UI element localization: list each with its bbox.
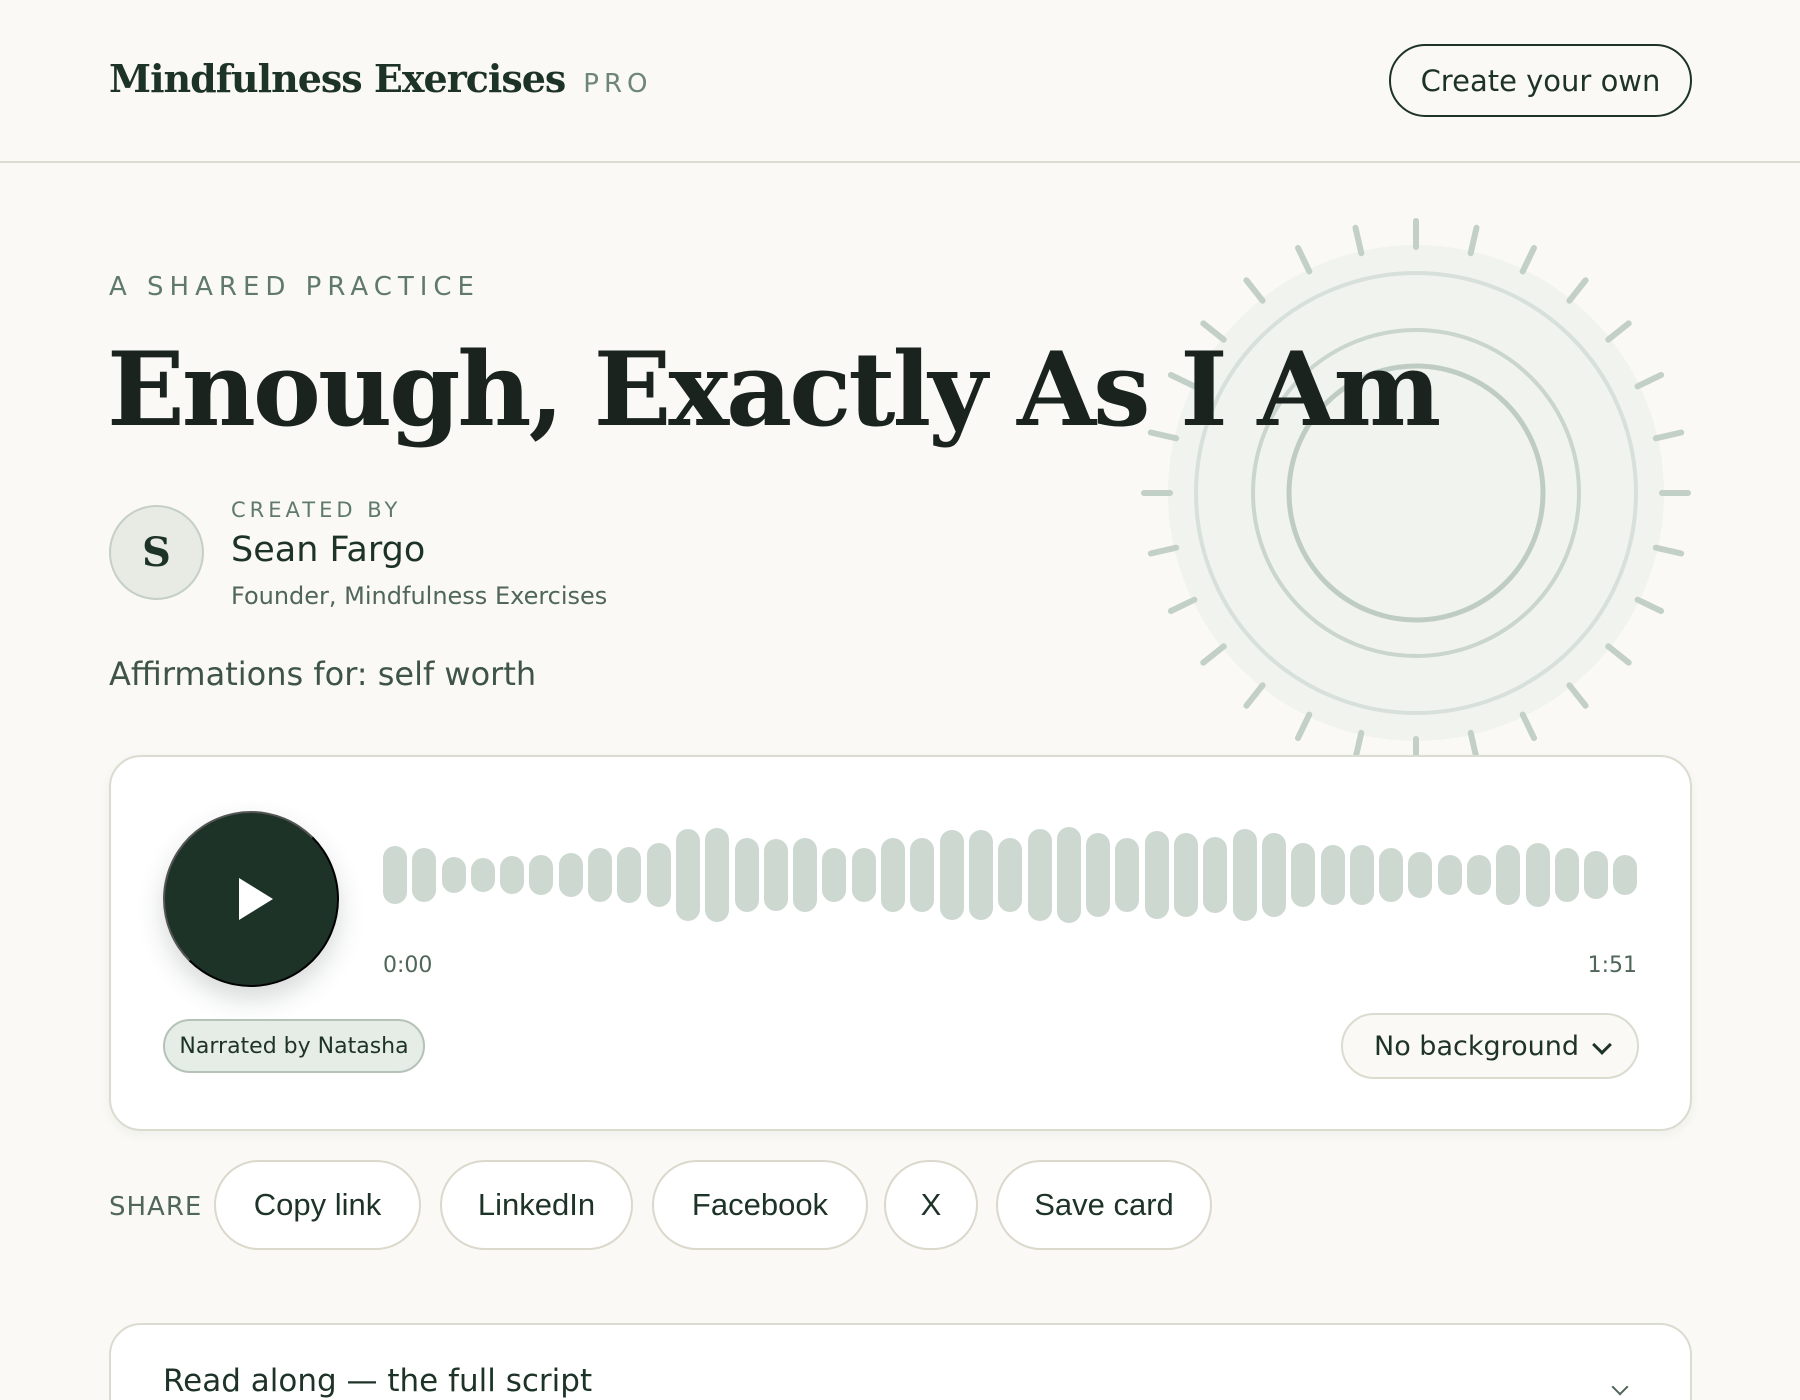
waveform-bar: [1379, 848, 1404, 902]
waveform-bar: [588, 848, 613, 902]
waveform-bar: [1144, 831, 1169, 919]
waveform-bar: [1203, 837, 1228, 913]
waveform-bar: [1613, 855, 1638, 895]
sun-ray: [1295, 244, 1313, 275]
waveform-bar: [1525, 843, 1550, 907]
sun-ray: [1352, 224, 1365, 257]
sun-illustration: [1141, 218, 1691, 768]
waveform-bar: [383, 846, 407, 904]
waveform-bar: [1496, 845, 1521, 905]
sun-ray: [1519, 244, 1537, 275]
background-select-value: No background: [1374, 1030, 1579, 1062]
waveform-bar: [1554, 848, 1579, 902]
sun-ray: [1147, 544, 1180, 557]
waveform-bar: [968, 830, 993, 920]
author-role: Founder, Mindfulness Exercises: [231, 582, 608, 610]
chevron-down-icon: [1611, 1378, 1629, 1396]
waveform-bar: [558, 853, 583, 897]
sun-ray: [1652, 429, 1685, 442]
play-button[interactable]: [163, 811, 339, 987]
chevron-down-icon: [1592, 1035, 1612, 1055]
waveform-bar: [617, 847, 642, 903]
waveform-bar: [1466, 855, 1491, 895]
read-along-label: Read along — the full script: [163, 1363, 593, 1399]
sun-ray: [1652, 544, 1685, 557]
waveform-bar: [1437, 855, 1462, 895]
create-your-own-button[interactable]: Create your own: [1389, 44, 1692, 117]
waveform-bar: [1291, 843, 1316, 907]
affirmations-topic: Affirmations for: self worth: [109, 655, 537, 693]
waveform-bar: [1408, 852, 1433, 898]
narrator-badge: Narrated by Natasha: [163, 1019, 425, 1073]
play-icon: [239, 878, 273, 920]
waveform-bar: [412, 848, 437, 902]
sun-ray: [1200, 643, 1227, 666]
facebook-share-button[interactable]: Facebook: [652, 1160, 868, 1250]
waveform-bar: [646, 843, 671, 907]
waveform-bar: [500, 856, 525, 894]
copy-link-button[interactable]: Copy link: [214, 1160, 421, 1250]
share-label: SHARE: [109, 1192, 203, 1222]
created-by-label: CREATED BY: [231, 498, 402, 522]
waveform-bar: [529, 855, 554, 895]
x-share-button[interactable]: X: [884, 1160, 978, 1250]
waveform-bar: [705, 828, 730, 922]
waveform-bar: [1174, 833, 1199, 917]
sun-ray: [1634, 372, 1665, 390]
waveform-bar: [763, 839, 788, 911]
brand-name: Mindfulness Exercises: [109, 56, 566, 101]
waveform-bar: [1320, 845, 1345, 905]
waveform-bar: [851, 848, 876, 902]
read-along-toggle[interactable]: Read along — the full script: [109, 1323, 1692, 1400]
waveform-bar: [822, 848, 847, 902]
waveform-bar: [441, 857, 466, 893]
sun-ray: [1243, 277, 1266, 304]
eyebrow-label: A SHARED PRACTICE: [109, 272, 480, 302]
waveform-bar: [910, 838, 935, 912]
sun-ray: [1295, 711, 1313, 742]
waveform-bar: [1115, 838, 1140, 912]
waveform-bar: [793, 838, 818, 912]
waveform-bar: [939, 830, 964, 920]
sun-ray: [1566, 682, 1589, 709]
brand-logo[interactable]: Mindfulness Exercises PRO: [109, 56, 653, 101]
sun-ray: [1467, 224, 1480, 257]
waveform-bar: [1261, 833, 1286, 917]
waveform-bar: [470, 858, 495, 892]
sun-ray: [1519, 711, 1537, 742]
waveform-bar: [881, 838, 906, 912]
waveform-bar: [1027, 829, 1052, 921]
background-sound-select[interactable]: No background: [1341, 1013, 1639, 1079]
brand-tier-badge: PRO: [583, 69, 653, 99]
current-time: 0:00: [383, 953, 433, 978]
waveform-bar: [734, 838, 759, 912]
waveform-scrubber[interactable]: [383, 827, 1638, 923]
waveform-bar: [1056, 827, 1081, 923]
waveform-bar: [675, 829, 700, 921]
waveform-bar: [1584, 851, 1609, 899]
waveform-bar: [998, 838, 1023, 912]
waveform-bar: [1086, 833, 1111, 917]
sun-ray: [1167, 596, 1198, 614]
linkedin-share-button[interactable]: LinkedIn: [440, 1160, 633, 1250]
audio-player-card: 0:00 1:51 Narrated by Natasha No backgro…: [109, 755, 1692, 1131]
sun-ray: [1634, 596, 1665, 614]
page-title: Enough, Exactly As I Am: [107, 330, 1441, 450]
top-bar: Mindfulness Exercises PRO Create your ow…: [0, 0, 1800, 163]
save-card-button[interactable]: Save card: [996, 1160, 1212, 1250]
waveform-bar: [1232, 829, 1257, 921]
total-duration: 1:51: [1587, 953, 1637, 978]
author-name: Sean Fargo: [231, 530, 426, 570]
sun-ray: [1243, 682, 1266, 709]
sun-ray: [1605, 320, 1632, 343]
sun-ray: [1566, 277, 1589, 304]
waveform-bar: [1349, 845, 1374, 905]
avatar: S: [109, 505, 204, 600]
sun-ray: [1605, 643, 1632, 666]
